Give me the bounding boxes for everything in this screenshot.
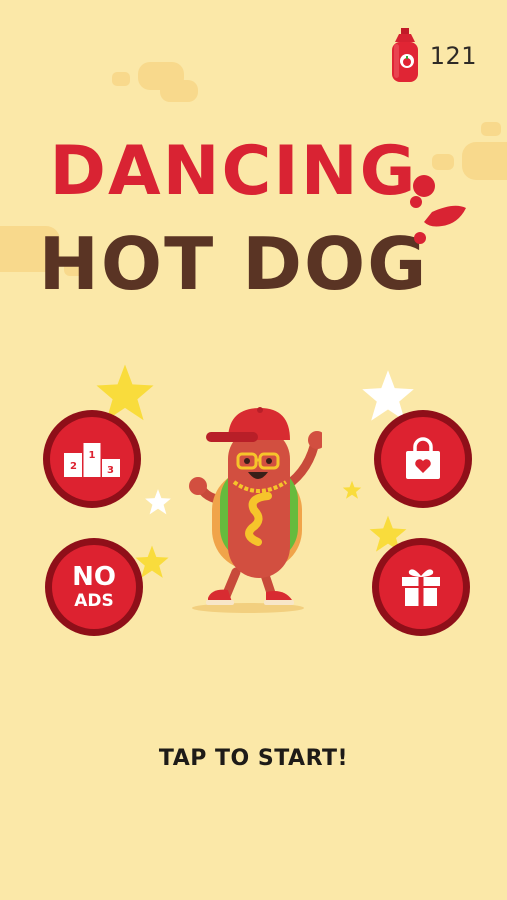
star-icon [342, 480, 362, 499]
hot-dog-character-icon [189, 407, 322, 613]
background-cloud [112, 72, 130, 86]
leaderboard-button-face: 1 2 3 [50, 417, 134, 501]
no-ads-label: NO ADS [72, 564, 116, 610]
gift-button[interactable] [372, 538, 470, 636]
gift-box-icon [402, 569, 440, 606]
podium-icon: 1 2 3 [64, 443, 120, 477]
no-ads-label-line-2: ADS [74, 591, 114, 611]
no-ads-button[interactable]: NO ADS [45, 538, 143, 636]
no-ads-button-face: NO ADS [52, 545, 136, 629]
svg-text:3: 3 [107, 465, 114, 476]
svg-text:1: 1 [89, 450, 96, 461]
gift-button-face [379, 545, 463, 629]
game-screen[interactable]: 121 DANCING HOT DOG 1 2 3 NO ADS TAP TO … [0, 0, 507, 900]
svg-text:2: 2 [70, 461, 77, 472]
shop-button[interactable] [374, 410, 472, 508]
tap-to-start-prompt[interactable]: TAP TO START! [0, 746, 507, 771]
shopping-bag-heart-icon [406, 437, 440, 479]
star-icon [145, 489, 171, 515]
ketchup-counter: 121 [388, 28, 477, 84]
background-cloud [160, 80, 198, 102]
leaderboard-button[interactable]: 1 2 3 [43, 410, 141, 508]
shop-button-face [381, 417, 465, 501]
background-cloud [481, 122, 501, 136]
ketchup-splash-icon [410, 175, 466, 244]
no-ads-label-line-1: NO [72, 562, 116, 592]
ketchup-count: 121 [429, 42, 477, 70]
ketchup-bottle-icon [391, 28, 418, 82]
